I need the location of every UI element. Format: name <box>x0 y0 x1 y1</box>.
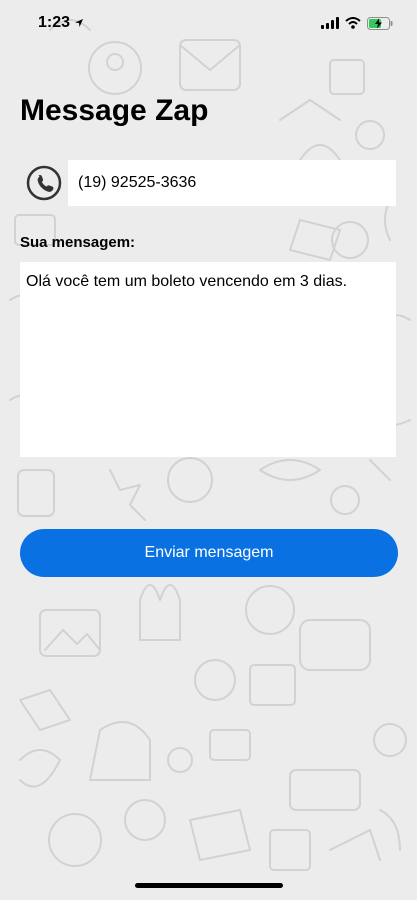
battery-charging-icon <box>367 16 393 30</box>
status-time: 1:23 <box>38 14 71 31</box>
wifi-icon <box>345 17 361 29</box>
phone-row <box>20 160 396 206</box>
location-arrow-icon <box>75 19 84 27</box>
phone-input[interactable] <box>68 160 396 206</box>
message-textarea[interactable]: Olá você tem um boleto vencendo em 3 dia… <box>20 262 396 457</box>
main-content: Message Zap Sua mensagem: Olá você tem u… <box>0 0 417 900</box>
page-title: Message Zap <box>20 94 209 127</box>
phone-icon <box>26 165 62 201</box>
phone-icon-wrap <box>20 160 68 206</box>
signal-icon <box>321 17 339 29</box>
send-message-button[interactable]: Enviar mensagem <box>20 529 398 577</box>
message-label: Sua mensagem: <box>20 234 136 251</box>
home-indicator <box>135 883 283 888</box>
status-right <box>321 16 393 30</box>
status-bar: 1:23 <box>0 0 417 46</box>
status-left: 1:23 <box>38 14 84 32</box>
